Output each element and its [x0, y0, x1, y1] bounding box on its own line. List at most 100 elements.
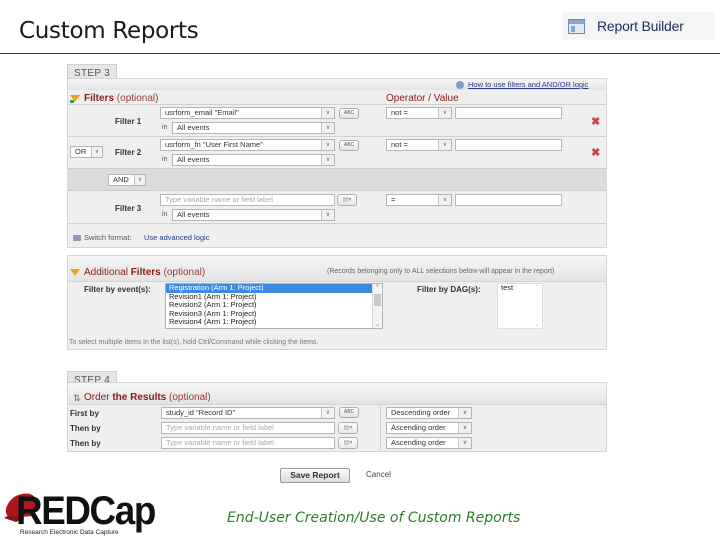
filter1-event-select[interactable]: All events ∨ [172, 122, 335, 134]
sort2-field-input[interactable]: Type variable name or field label [161, 422, 335, 434]
sort3-label: Then by [70, 439, 101, 448]
sort1-field-select[interactable]: study_id "Record ID" ∨ [161, 407, 335, 419]
filter1-operator-select[interactable]: not = ∨ [386, 107, 452, 119]
filter1-event-value: All events [177, 123, 210, 132]
redcap-tagline: Research Electronic Data Capture [20, 529, 119, 536]
filters-section-title: Filters (optional) [84, 93, 159, 104]
sort1-order-select[interactable]: Descending order ∨ [386, 407, 472, 419]
sort3-field-input[interactable]: Type variable name or field label [161, 437, 335, 449]
filter1-label: Filter 1 [115, 117, 142, 126]
filter3-event-select[interactable]: All events ∨ [172, 209, 335, 221]
filter3-field-picker-button[interactable]: ▤▾ [337, 194, 357, 206]
sort1-order-value: Descending order [391, 408, 451, 417]
events-listbox[interactable]: Registration (Arm 1: Project) Revision1 (… [165, 283, 383, 329]
divider [67, 104, 607, 105]
report-builder-label: Report Builder [597, 18, 684, 34]
chevron-down-icon: ∨ [91, 147, 102, 157]
filter2-value-input[interactable] [455, 139, 562, 151]
save-report-button[interactable]: Save Report [280, 468, 350, 483]
footer-caption: End-User Creation/Use of Custom Reports [227, 510, 521, 526]
filter3-operator-value: = [391, 195, 396, 204]
chevron-down-icon: ∨ [458, 408, 471, 418]
chevron-down-icon: ∨ [321, 155, 334, 165]
filter2-abc-button[interactable]: ABC [339, 140, 359, 151]
filter2-field-select[interactable]: usrform_fn "User First Name" ∨ [160, 139, 335, 151]
report-builder-badge: Report Builder [563, 12, 715, 40]
order-title-optional: (optional) [169, 392, 211, 403]
filter3-event-value: All events [177, 210, 210, 219]
multi-select-hint: To select multiple items in the list(s),… [69, 339, 319, 346]
sort3-order-select[interactable]: Ascending order ∨ [386, 437, 472, 449]
scroll-thumb[interactable] [374, 294, 381, 306]
filter3-label: Filter 3 [115, 204, 142, 213]
chevron-down-icon: ∨ [134, 175, 145, 185]
sort1-abc-button[interactable]: ABC [339, 407, 359, 418]
sort1-label: First by [70, 409, 99, 418]
chevron-down-icon: ∨ [458, 423, 471, 433]
additional-filter-funnel-icon [70, 269, 80, 276]
chevron-down-icon: ∨ [438, 140, 451, 150]
filter1-abc-button[interactable]: ABC [339, 108, 359, 119]
order-results-title: Order the Results (optional) [84, 392, 211, 403]
title-divider [0, 53, 720, 54]
filter2-event-select[interactable]: All events ∨ [172, 154, 335, 166]
additional-title-optional: (optional) [163, 267, 206, 278]
scroll-up-icon[interactable]: ⌃ [373, 284, 382, 291]
filter3-operator-select[interactable]: = ∨ [386, 194, 452, 206]
sort1-field-value: study_id "Record ID" [166, 408, 236, 417]
redcap-logo: REDCap Research Electronic Data Capture [2, 488, 172, 538]
filter2-logic-select[interactable]: OR ∨ [70, 146, 103, 158]
divider [67, 223, 607, 224]
report-builder-icon [568, 18, 585, 34]
filter1-value-input[interactable] [455, 107, 562, 119]
filter2-field-value: usrform_fn "User First Name" [165, 140, 263, 149]
order-title-bold: the Results [112, 392, 167, 403]
dag-listbox[interactable]: test ⌃ ⌄ [497, 283, 543, 329]
sort2-label: Then by [70, 424, 101, 433]
filter1-field-value: usrform_email "Email" [165, 108, 239, 117]
events-scrollbar[interactable]: ⌃ ⌄ [372, 284, 382, 328]
scroll-down-icon[interactable]: ⌄ [373, 321, 382, 328]
chevron-down-icon: ∨ [458, 438, 471, 448]
filter-funnel-plus-icon [70, 100, 74, 103]
additional-filters-note: (Records belonging only to ALL selection… [327, 268, 555, 275]
operator-value-header: Operator / Value [386, 93, 459, 104]
event-option[interactable]: Revision4 (Arm 1: Project) [166, 317, 372, 327]
chevron-down-icon: ∨ [321, 210, 334, 220]
dag-scrollbar[interactable]: ⌃ ⌄ [532, 284, 542, 328]
chevron-down-icon: ∨ [438, 195, 451, 205]
order-title-prefix: Order [84, 392, 110, 403]
chevron-down-icon: ∨ [321, 123, 334, 133]
filter3-value-input[interactable] [455, 194, 562, 206]
sort2-field-picker-button[interactable]: ▤▾ [338, 422, 358, 434]
filter2-event-value: All events [177, 155, 210, 164]
filter2-operator-select[interactable]: not = ∨ [386, 139, 452, 151]
cancel-link[interactable]: Cancel [366, 470, 391, 479]
filter3-field-input[interactable]: Type variable name or field label [160, 194, 335, 206]
additional-title-bold: Filters [130, 267, 161, 278]
help-info-icon [456, 81, 464, 89]
sort2-order-select[interactable]: Ascending order ∨ [386, 422, 472, 434]
filters-title-optional: (optional) [116, 93, 159, 104]
filter2-delete-icon[interactable]: ✖ [591, 148, 600, 159]
filter1-field-select[interactable]: usrform_email "Email" ∨ [160, 107, 335, 119]
filters-help-link[interactable]: How to use filters and AND/OR logic [468, 80, 588, 89]
filters-title-bold: Filters [84, 93, 115, 104]
chevron-down-icon: ∨ [321, 408, 334, 418]
slide-title: Custom Reports [19, 18, 199, 44]
sort3-field-picker-button[interactable]: ▤▾ [338, 437, 358, 449]
filter2-in-label: in [162, 156, 168, 163]
group-logic-row [67, 168, 607, 191]
filter1-delete-icon[interactable]: ✖ [591, 117, 600, 128]
scroll-up-icon[interactable]: ⌃ [532, 284, 541, 291]
chevron-down-icon: ∨ [438, 108, 451, 118]
switch-format-icon [73, 235, 81, 241]
advanced-logic-link[interactable]: Use advanced logic [144, 233, 209, 242]
filter1-operator-value: not = [391, 108, 408, 117]
dag-filter-label: Filter by DAG(s): [417, 285, 481, 294]
chevron-down-icon: ∨ [321, 108, 334, 118]
filter2-logic-value: OR [75, 147, 87, 156]
group-logic-select[interactable]: AND ∨ [108, 174, 146, 186]
sort-icon: ⇅ [73, 393, 81, 403]
scroll-down-icon[interactable]: ⌄ [532, 321, 541, 328]
